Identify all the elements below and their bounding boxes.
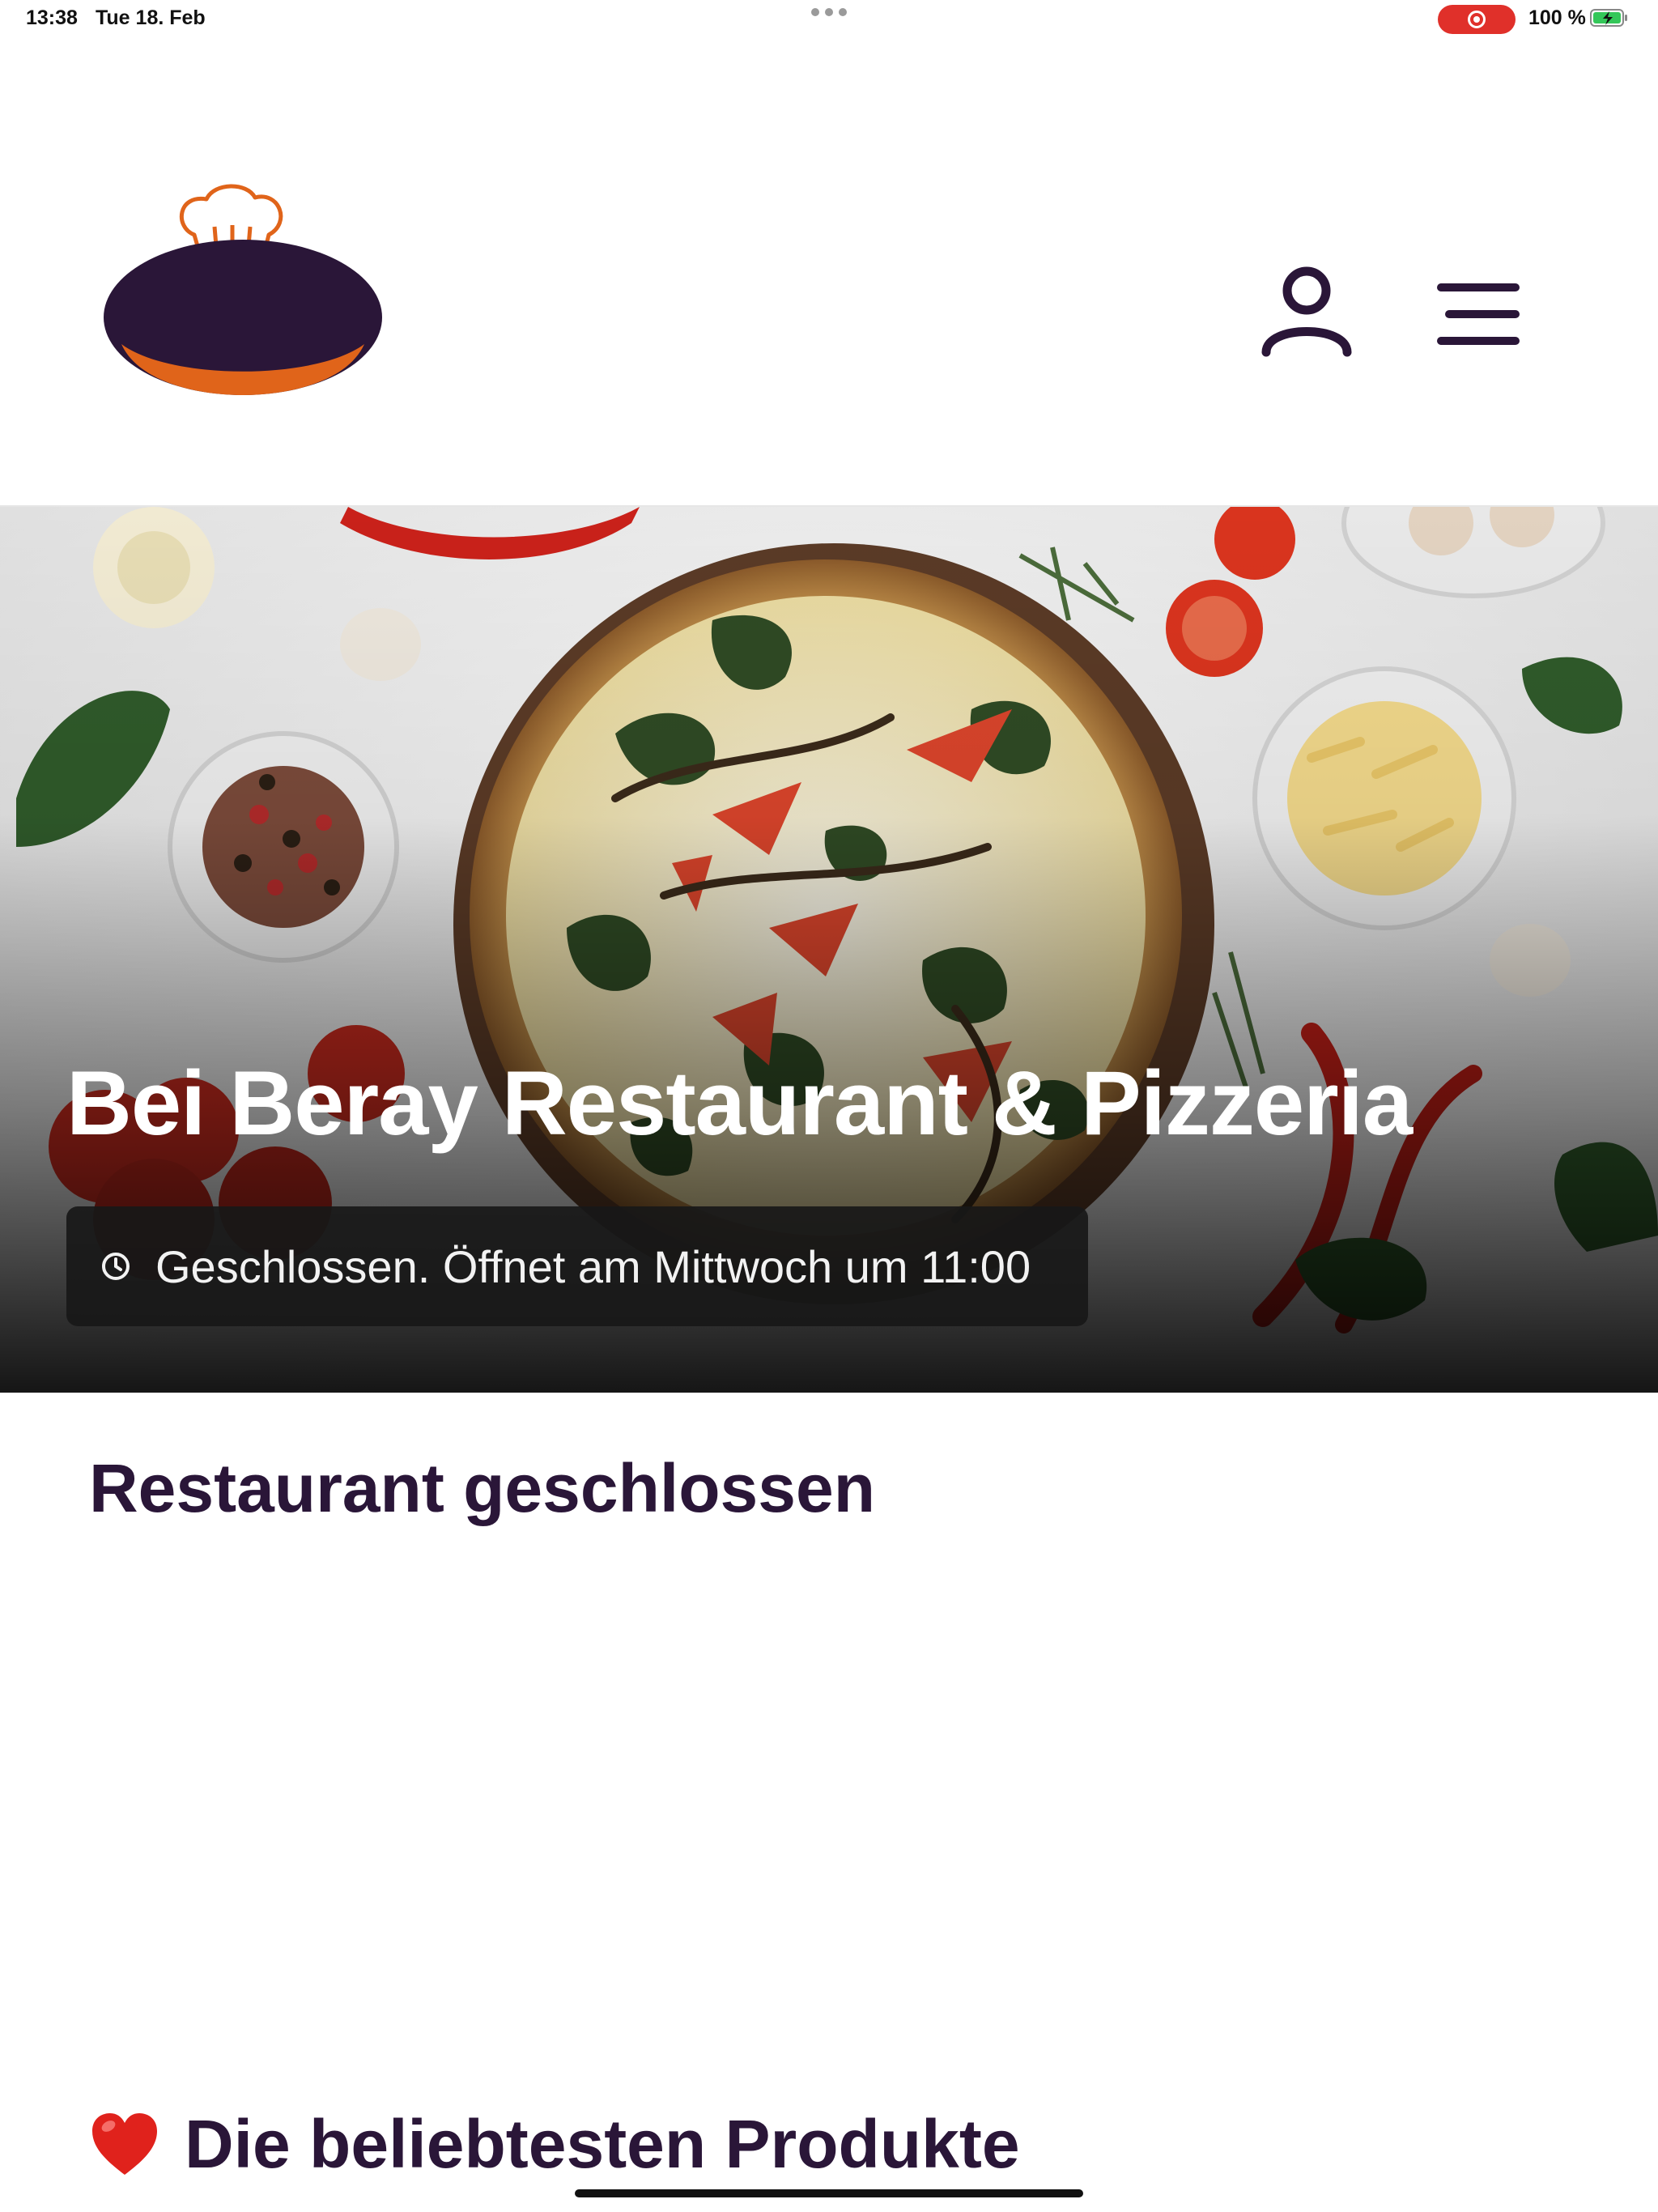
account-button[interactable] xyxy=(1255,262,1358,365)
hero-banner: Bei Beray Restaurant & Pizzeria Geschlos… xyxy=(0,507,1658,1393)
opening-hours-text: Geschlossen. Öffnet am Mittwoch um 11:00 xyxy=(155,1240,1031,1292)
battery-charging-icon xyxy=(1590,9,1627,27)
clock-icon xyxy=(102,1253,130,1280)
hamburger-menu-icon xyxy=(1437,283,1520,345)
popular-products-heading: Die beliebtesten Produkte xyxy=(89,2105,1020,2184)
multitasking-dots-icon[interactable] xyxy=(811,8,847,16)
status-time: 13:38 xyxy=(26,6,78,29)
popular-products-label: Die beliebtesten Produkte xyxy=(185,2106,1020,2182)
restaurant-title: Bei Beray Restaurant & Pizzeria xyxy=(66,1053,1413,1154)
status-bar: 13:38 Tue 18. Feb 100 % xyxy=(0,0,1658,39)
user-icon xyxy=(1261,266,1352,357)
heart-icon xyxy=(92,2112,157,2175)
restaurant-closed-heading: Restaurant geschlossen xyxy=(89,1450,876,1526)
screen-recording-icon[interactable] xyxy=(1438,5,1516,34)
site-header xyxy=(0,39,1658,507)
app-page: 13:38 Tue 18. Feb 100 % Bei Beray Restau… xyxy=(0,0,1658,2212)
home-indicator[interactable] xyxy=(575,2189,1083,2197)
menu-button[interactable] xyxy=(1430,270,1527,359)
status-date: Tue 18. Feb xyxy=(96,6,206,29)
bei-beray-logo[interactable] xyxy=(97,178,389,398)
opening-hours-badge: Geschlossen. Öffnet am Mittwoch um 11:00 xyxy=(66,1206,1088,1326)
battery-percentage: 100 % xyxy=(1528,6,1586,29)
